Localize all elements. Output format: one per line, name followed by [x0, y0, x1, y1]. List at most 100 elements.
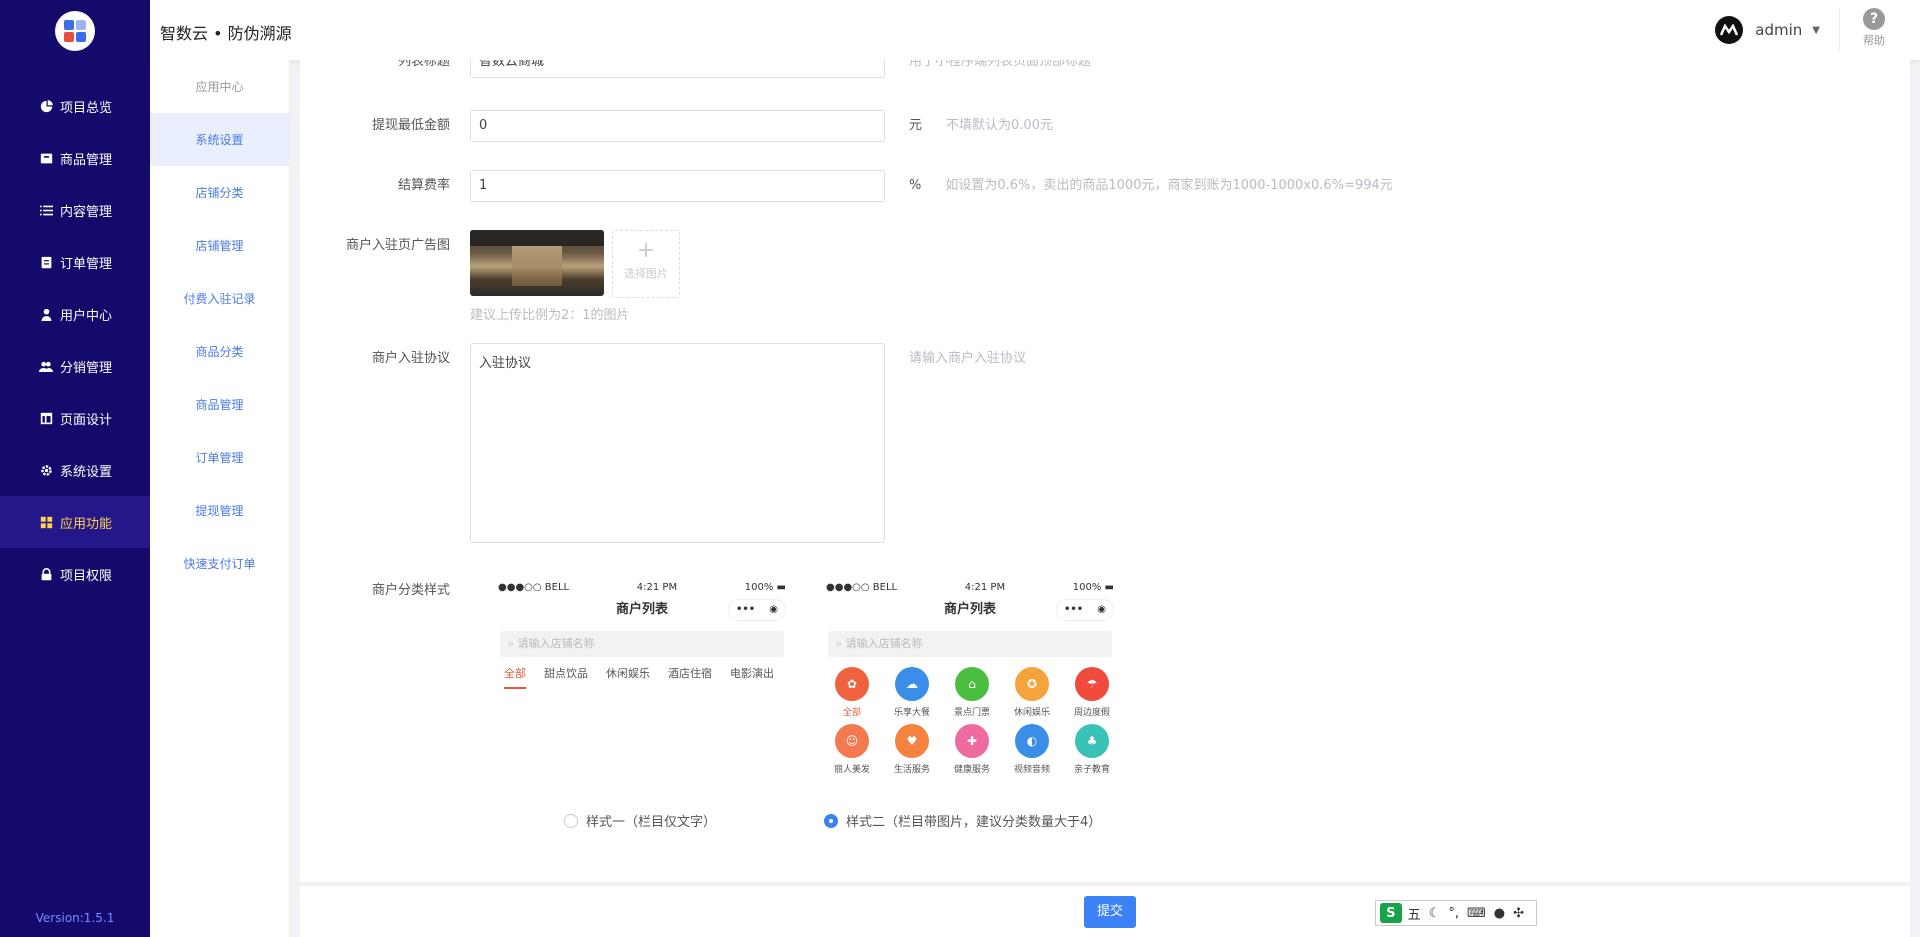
carrier: ●●●○○ BELL: [498, 581, 570, 593]
gear-icon: [38, 462, 54, 478]
min-withdraw-unit: 元: [909, 118, 923, 133]
upload-image-label: 选择图片: [624, 267, 668, 280]
category-label: 景点门票: [953, 708, 990, 718]
grid-icon: [38, 514, 54, 530]
subnav-item[interactable]: 商品管理: [150, 378, 289, 431]
ime-mode: 五: [1407, 907, 1421, 923]
category-cell: ☁ 乐享大餐: [882, 667, 942, 718]
category-cell: ✚ 健康服务: [942, 724, 1002, 775]
phone-search: ⌕ 请输入店铺名称: [828, 631, 1112, 657]
category-tab: 甜点饮品: [544, 667, 588, 680]
subnav-item[interactable]: 店铺分类: [150, 166, 289, 219]
category-icon: ◐: [1015, 724, 1049, 758]
ad-image-preview[interactable]: [470, 230, 604, 296]
main-nav: 项目总览商品管理内容管理 订单管理用户中心分销管理页面设计系统设置应用功能项目权限: [0, 80, 150, 600]
phone-title: 商户列表 ••• ◉: [492, 595, 792, 625]
version-label: Version:1.5.1: [35, 911, 115, 925]
ime-toolbar[interactable]: S 五 ☾ °, ⌨ ● ✣: [1375, 900, 1537, 926]
sidebar-item-8[interactable]: 系统设置: [0, 444, 150, 496]
agreement-hint: 请输入商户入驻协议: [909, 351, 1027, 366]
subnav-item[interactable]: 订单管理: [150, 431, 289, 484]
category-icon: ☺: [835, 724, 869, 758]
list-title-input[interactable]: 智数云商城: [470, 60, 885, 78]
min-withdraw-hint: 不填默认为0.00元: [946, 118, 1053, 133]
category-cell: ☺ 丽人美发: [822, 724, 882, 775]
subnav-item[interactable]: 付费入驻记录: [150, 272, 289, 325]
sidebar-item-4[interactable]: 订单管理: [0, 236, 150, 288]
help-button[interactable]: ? 帮助: [1854, 8, 1894, 48]
clock: 4:21 PM: [964, 581, 1006, 593]
category-tab: 全部: [504, 665, 526, 689]
capsule-menu: ••• ◉: [1056, 599, 1114, 621]
style-two-radio[interactable]: 样式二（栏目带图片，建议分类数量大于4）: [824, 811, 1101, 830]
settle-rate-label: 结算费率: [397, 178, 450, 193]
sidebar-item-10[interactable]: 项目权限: [0, 548, 150, 600]
help-label: 帮助: [1863, 34, 1885, 47]
category-icon: ♣: [1075, 724, 1109, 758]
subnav-item[interactable]: 系统设置: [150, 113, 289, 166]
clipboard-icon: [38, 254, 54, 270]
agreement-row: 商户入驻协议 入驻协议 请输入商户入驻协议: [300, 343, 1026, 543]
sidebar-item-6[interactable]: 分销管理: [0, 340, 150, 392]
category-cell: ♣ 亲子教育: [1062, 724, 1122, 775]
sidebar-item-5[interactable]: 用户中心: [0, 288, 150, 340]
pie-chart-icon: [38, 98, 54, 114]
category-label: 休闲娱乐: [1013, 708, 1050, 718]
min-withdraw-row: 提现最低金额 0 元 不填默认为0.00元: [300, 110, 1053, 142]
subnav-item[interactable]: 应用中心: [150, 60, 289, 113]
settle-rate-input[interactable]: 1: [470, 170, 885, 202]
sidebar-item-1[interactable]: 项目总览: [0, 80, 150, 132]
list-title-row: 列表标题 智数云商城 用于小程序端列表页面顶部标题: [300, 60, 1091, 78]
category-label: 丽人美发: [833, 765, 870, 775]
agreement-textarea[interactable]: 入驻协议: [470, 343, 885, 543]
user-icon: ●: [1493, 905, 1506, 921]
category-style-row: 商户分类样式: [300, 575, 470, 607]
battery: 100% ▬: [1072, 581, 1114, 593]
sidebar-item-9[interactable]: 应用功能: [0, 496, 150, 548]
sidebar-item-3[interactable]: 内容管理: [0, 184, 150, 236]
category-icon: ☂: [1075, 667, 1109, 701]
style-one-preview: ●●●○○ BELL 4:21 PM 100% ▬ 商户列表 ••• ◉ ⌕ 请输…: [492, 579, 792, 799]
sidebar-item-2[interactable]: 商品管理: [0, 132, 150, 184]
sidebar-item-label: 商品管理: [60, 152, 113, 168]
style-one-radio[interactable]: 样式一（栏目仅文字）: [564, 811, 716, 830]
ad-image-hint: 建议上传比例为2：1的图片: [470, 308, 630, 323]
category-label: 乐享大餐: [893, 708, 930, 718]
punctuation-icon: °,: [1448, 905, 1459, 921]
subnav-item[interactable]: 提现管理: [150, 484, 289, 537]
user-menu[interactable]: admin ▼: [1715, 16, 1820, 44]
submit-button[interactable]: 提交: [1084, 896, 1136, 928]
category-tab: 休闲娱乐: [606, 667, 650, 680]
subnav-item[interactable]: 快速支付订单: [150, 537, 289, 590]
category-icon: ⌂: [955, 667, 989, 701]
app-logo[interactable]: [55, 11, 95, 51]
radio-dot: [564, 813, 578, 828]
settle-rate-unit: %: [909, 178, 922, 193]
sidebar-item-label: 用户中心: [60, 308, 113, 324]
category-icon: ✚: [955, 724, 989, 758]
category-cell: ✿ 全部: [822, 667, 882, 718]
sidebar-item-label: 项目总览: [60, 100, 113, 116]
apps-icon: ✣: [1513, 905, 1524, 921]
min-withdraw-label: 提现最低金额: [371, 118, 450, 133]
list-title-hint: 用于小程序端列表页面顶部标题: [909, 60, 1092, 69]
sidebar-item-label: 系统设置: [60, 464, 113, 480]
category-icon: ✪: [1015, 667, 1049, 701]
category-label: 生活服务: [893, 765, 930, 775]
sidebar-item-label: 分销管理: [60, 360, 113, 376]
settings-form: 列表标题 智数云商城 用于小程序端列表页面顶部标题 提现最低金额 0 元 不填默…: [300, 60, 1910, 882]
top-header: 智数云 • 防伪溯源 admin ▼ ? 帮助: [150, 0, 1920, 60]
category-label: 周边度假: [1073, 708, 1110, 718]
subnav-item[interactable]: 店铺管理: [150, 219, 289, 272]
category-style-label: 商户分类样式: [371, 583, 450, 598]
ime-logo-icon: S: [1380, 903, 1402, 923]
subnav-item[interactable]: 商品分类: [150, 325, 289, 378]
list-title-label: 列表标题: [397, 60, 450, 69]
lock-icon: [38, 566, 54, 582]
box-icon: [38, 150, 54, 166]
capsule-menu: ••• ◉: [728, 599, 786, 621]
sidebar-item-label: 应用功能: [60, 516, 113, 532]
sidebar-item-7[interactable]: 页面设计: [0, 392, 150, 444]
min-withdraw-input[interactable]: 0: [470, 110, 885, 142]
upload-image-button[interactable]: + 选择图片: [612, 230, 680, 298]
